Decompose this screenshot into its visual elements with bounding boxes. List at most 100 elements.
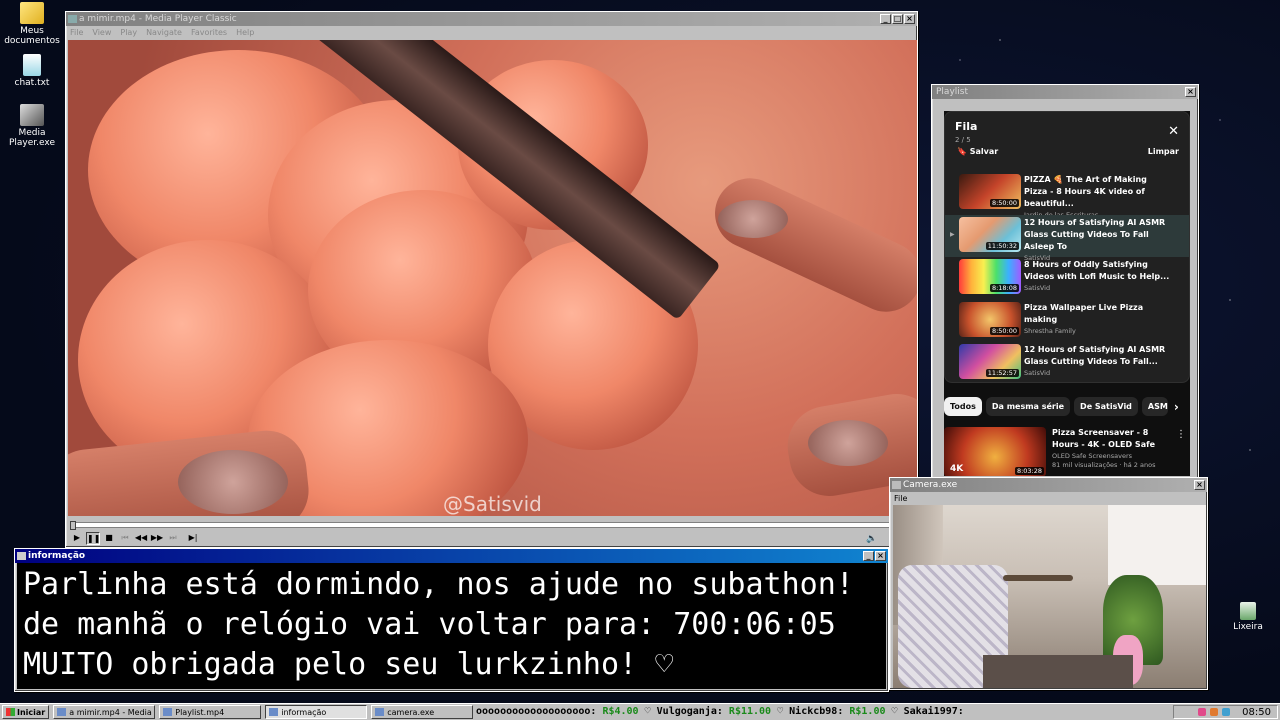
pause-button[interactable]: ❚❚ <box>86 531 100 545</box>
tray-icon[interactable] <box>1198 708 1207 716</box>
chip-all[interactable]: Todos <box>944 397 982 416</box>
frame-step-button[interactable]: ▶| <box>186 532 200 545</box>
taskbar-item-camera[interactable]: camera.exe <box>371 705 474 719</box>
queue-item-title: 12 Hours of Satisfying AI ASMR Glass Cut… <box>1024 217 1166 251</box>
seek-bar[interactable] <box>70 521 915 530</box>
windows-logo-icon <box>6 708 15 716</box>
close-button[interactable]: × <box>1194 480 1205 490</box>
info-titlebar[interactable]: informação _ × <box>15 549 888 563</box>
youtube-panel: Fila 2 / 5 ✕ 🔖 Salvar Limpar 8:50:00 PIZ… <box>944 111 1190 476</box>
heart-icon: ♡ <box>777 706 790 717</box>
player-titlebar[interactable]: a mimir.mp4 - Media Player Classic _ □ × <box>66 12 917 26</box>
desktop-icon-documents[interactable]: Meus documentos <box>0 2 64 46</box>
menu-play[interactable]: Play <box>120 28 137 37</box>
video-thumbnail: 8:50:00 <box>959 174 1021 209</box>
desktop-icon-recycle-bin[interactable]: Lixeira <box>1216 602 1280 632</box>
player-title: a mimir.mp4 - Media Player Classic <box>79 14 237 24</box>
video-watermark: @Satisvid <box>443 492 542 516</box>
tray-icon[interactable] <box>1222 708 1231 716</box>
chip-asmr[interactable]: ASMR <box>1141 397 1168 416</box>
start-button[interactable]: Iniciar <box>2 705 50 719</box>
menu-navigate[interactable]: Navigate <box>146 28 182 37</box>
now-playing-icon: ▶ <box>950 230 955 238</box>
info-window[interactable]: informação _ × Parlinha está dormindo, n… <box>14 548 889 692</box>
queue-item[interactable]: 8:50:00 PIZZA 🍕 The Art of Making Pizza … <box>945 172 1189 219</box>
video-thumbnail: 8:50:00 <box>959 301 1021 337</box>
ticker-name: ooooooooooooooooooo: <box>476 706 597 717</box>
more-options-icon[interactable]: ⋮ <box>1176 429 1186 440</box>
player-menubar: File View Play Navigate Favorites Help <box>66 26 917 38</box>
video-thumbnail: 11:52:57 <box>959 344 1021 379</box>
info-message: Parlinha está dormindo, nos ajude no sub… <box>17 563 886 689</box>
queue-list: 8:50:00 PIZZA 🍕 The Art of Making Pizza … <box>945 172 1189 385</box>
playlist-window[interactable]: Playlist × Fila 2 / 5 ✕ 🔖 Salvar Limpar … <box>931 84 1199 480</box>
folder-icon <box>20 2 44 24</box>
duration-badge: 8:50:00 <box>989 199 1019 207</box>
volume-icon[interactable]: 🔈 <box>866 534 877 544</box>
donation-ticker: ooooooooooooooooooo: R$4.00 ♡ Vulgoganja… <box>476 704 1176 720</box>
media-player-window[interactable]: a mimir.mp4 - Media Player Classic _ □ ×… <box>65 11 918 548</box>
chip-same-series[interactable]: Da mesma série <box>985 397 1071 416</box>
menu-file[interactable]: File <box>70 28 83 37</box>
video-nail <box>808 420 888 466</box>
minimize-button[interactable]: _ <box>880 14 891 24</box>
minimize-button[interactable]: _ <box>863 551 874 561</box>
close-icon[interactable]: ✕ <box>1168 124 1179 139</box>
queue-count: 2 / 5 <box>955 136 971 144</box>
playlist-title: Playlist <box>936 87 968 97</box>
camera-titlebar[interactable]: Camera.exe × <box>890 478 1207 492</box>
queue-item-title: 8 Hours of Oddly Satisfying Videos with … <box>1024 260 1170 281</box>
next-button[interactable]: ⏭ <box>166 532 180 545</box>
clear-button[interactable]: Limpar <box>1148 147 1179 156</box>
camera-window[interactable]: Camera.exe × File <box>889 477 1208 690</box>
queue-item[interactable]: 11:52:57 12 Hours of Satisfying AI ASMR … <box>945 342 1189 385</box>
prev-button[interactable]: ⏮ <box>118 532 132 545</box>
queue-item[interactable]: 8:18:08 8 Hours of Oddly Satisfying Vide… <box>945 257 1189 300</box>
text-file-icon <box>23 54 41 76</box>
taskbar-item-playlist[interactable]: Playlist.mp4 <box>159 705 262 719</box>
clock[interactable]: 08:50 <box>1242 707 1271 718</box>
duration-badge: 11:50:32 <box>985 241 1019 250</box>
play-button[interactable]: ▶ <box>70 532 84 545</box>
stop-button[interactable]: ■ <box>102 532 116 545</box>
rewind-button[interactable]: ◀◀ <box>134 532 148 545</box>
desktop-icon-media-player[interactable]: Media Player.exe <box>0 104 64 148</box>
playlist-titlebar[interactable]: Playlist × <box>932 85 1198 99</box>
video-frame[interactable]: @Satisvid <box>68 40 917 516</box>
taskbar-item-player[interactable]: a mimir.mp4 - Media Playe... <box>53 705 156 719</box>
chip-from-channel[interactable]: De SatisVid <box>1074 397 1138 416</box>
menu-file[interactable]: File <box>894 494 907 503</box>
forward-button[interactable]: ▶▶ <box>150 532 164 545</box>
close-button[interactable]: × <box>1185 87 1196 97</box>
maximize-button[interactable]: □ <box>892 14 903 24</box>
rec-stats: 81 mil visualizações · há 2 anos <box>1052 461 1156 469</box>
save-button[interactable]: 🔖 Salvar <box>957 147 998 156</box>
task-label: informação <box>281 707 327 717</box>
info-title: informação <box>28 551 86 561</box>
cam-floor <box>983 655 1133 688</box>
queue-item-current[interactable]: ▶ 11:50:32 12 Hours of Satisfying AI ASM… <box>945 214 1189 262</box>
recommended-video[interactable]: 4K 8:03:28 Pizza Screensaver - 8 Hours -… <box>944 427 1190 476</box>
video-thumbnail: 4K 8:03:28 <box>944 427 1046 476</box>
camera-title: Camera.exe <box>903 480 958 490</box>
menu-help[interactable]: Help <box>236 28 254 37</box>
recycle-bin-icon <box>1240 602 1256 620</box>
save-label: Salvar <box>969 147 999 156</box>
close-button[interactable]: × <box>875 551 886 561</box>
queue-panel: Fila 2 / 5 ✕ 🔖 Salvar Limpar 8:50:00 PIZ… <box>944 111 1190 383</box>
desktop-icon-label: Meus documentos <box>4 26 60 46</box>
close-button[interactable]: × <box>904 14 915 24</box>
duration-badge: 8:50:00 <box>989 326 1019 335</box>
rec-channel: OLED Safe Screensavers <box>1052 452 1132 460</box>
4k-badge: 4K <box>950 464 964 474</box>
queue-item[interactable]: 8:50:00 Pizza Wallpaper Live Pizza makin… <box>945 300 1189 343</box>
desktop-icon-chat[interactable]: chat.txt <box>0 54 64 88</box>
app-icon <box>17 552 26 560</box>
tray-icon[interactable] <box>1210 708 1219 716</box>
menu-favorites[interactable]: Favorites <box>191 28 227 37</box>
chevron-right-icon[interactable]: › <box>1174 400 1179 414</box>
seek-thumb[interactable] <box>70 521 76 530</box>
taskbar-item-info[interactable]: informação <box>265 705 368 719</box>
menu-view[interactable]: View <box>92 28 111 37</box>
queue-item-title: Pizza Wallpaper Live Pizza making <box>1024 302 1144 324</box>
